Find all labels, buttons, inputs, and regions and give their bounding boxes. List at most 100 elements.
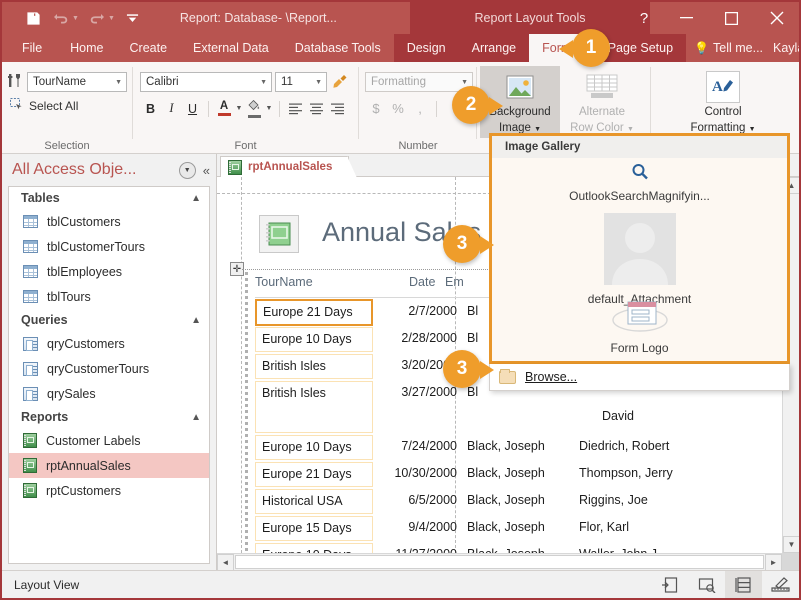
table-row[interactable]: Europe 21 Days (255, 462, 373, 487)
row-employee[interactable]: Bl (467, 331, 478, 345)
bold-button[interactable]: B (140, 98, 161, 119)
font-color-button[interactable]: A (214, 98, 234, 119)
help-icon[interactable]: ? (624, 2, 664, 34)
nav-item-tblcustomertours[interactable]: tblCustomerTours (9, 234, 209, 259)
row-customer[interactable]: David (602, 409, 634, 423)
nav-item-rptcustomers[interactable]: rptCustomers (9, 478, 209, 503)
scroll-right-icon[interactable]: ► (765, 554, 782, 571)
table-row[interactable]: Europe 10 Days (255, 327, 373, 352)
control-formatting-button[interactable]: A Control Formatting ▼ (673, 66, 773, 138)
tab-design[interactable]: Design (393, 34, 459, 62)
customize-quick-access-icon[interactable] (120, 5, 146, 31)
collapse-pane-icon[interactable]: « (203, 163, 210, 178)
nav-group-queries[interactable]: Queries ▲ (9, 309, 209, 331)
nav-item-tbltours[interactable]: tblTours (9, 284, 209, 309)
nav-item-qrycustomertours[interactable]: qryCustomerTours (9, 356, 209, 381)
document-tab-rptannualsales[interactable]: rptAnnualSales (220, 156, 358, 178)
align-left-button[interactable] (285, 98, 306, 119)
row-employee[interactable]: Bl (467, 304, 478, 318)
row-date[interactable]: 9/4/2000 (379, 520, 457, 534)
redo-icon[interactable] (84, 5, 110, 31)
tab-home[interactable]: Home (57, 34, 116, 62)
design-view-icon[interactable] (762, 571, 799, 599)
nav-item-qrysales[interactable]: qrySales (9, 381, 209, 406)
tell-me-search[interactable]: 💡 Tell me... (686, 34, 771, 62)
chevron-up-icon[interactable]: ▲ (191, 315, 201, 326)
table-row[interactable]: British Isles (255, 354, 373, 379)
currency-button[interactable]: $ (365, 98, 387, 119)
row-customer[interactable]: Diedrich, Robert (579, 439, 669, 453)
layout-view-icon[interactable] (725, 570, 762, 598)
row-customer[interactable]: Riggins, Joe (579, 493, 648, 507)
tab-create[interactable]: Create (117, 34, 181, 62)
row-date[interactable]: 3/27/2000 (379, 385, 457, 399)
table-row[interactable]: Europe 10 Days (255, 435, 373, 460)
horizontal-scrollbar[interactable]: ◄ ► (217, 553, 782, 571)
row-employee[interactable]: Black, Joseph (467, 520, 545, 534)
tab-database-tools[interactable]: Database Tools (282, 34, 394, 62)
percent-button[interactable]: % (387, 98, 409, 119)
scroll-thumb[interactable] (235, 555, 764, 569)
redo-dropdown-icon[interactable]: ▼ (108, 15, 115, 22)
undo-dropdown-icon[interactable]: ▼ (72, 15, 79, 22)
row-date[interactable]: 2/7/2000 (379, 304, 457, 318)
fill-color-dropdown-icon[interactable]: ▼ (264, 105, 274, 112)
table-row[interactable]: British Isles (255, 381, 373, 433)
navigation-object-list[interactable]: Tables ▲ tblCustomers tblCustomerTours t… (8, 186, 210, 564)
align-center-button[interactable] (306, 98, 327, 119)
chevron-down-icon[interactable]: ▼ (315, 79, 322, 86)
font-size-combo[interactable]: 11 ▼ (275, 72, 327, 92)
gallery-item-outlooksearchmagnifying[interactable]: OutlookSearchMagnifyin... (492, 162, 787, 203)
account-name[interactable]: Kayla Clay... (771, 34, 799, 62)
alternate-row-color-button[interactable]: Alternate Row Color ▼ (562, 66, 642, 138)
chevron-up-icon[interactable]: ▲ (191, 193, 201, 204)
row-date[interactable]: 2/28/2000 (379, 331, 457, 345)
nav-item-rptannualsales[interactable]: rptAnnualSales (9, 453, 209, 478)
scroll-left-icon[interactable]: ◄ (217, 554, 234, 571)
underline-button[interactable]: U (182, 98, 203, 119)
row-employee[interactable]: Black, Joseph (467, 466, 545, 480)
nav-group-reports[interactable]: Reports ▲ (9, 406, 209, 428)
font-color-dropdown-icon[interactable]: ▼ (234, 105, 244, 112)
row-customer[interactable]: Flor, Karl (579, 520, 629, 534)
gallery-item-default-attachment[interactable]: default_Attachment (492, 213, 787, 306)
gallery-item-form-logo[interactable]: Form Logo (492, 298, 787, 355)
close-icon[interactable] (754, 2, 799, 34)
column-header-tourname[interactable]: TourName (255, 275, 313, 289)
undo-icon[interactable] (48, 5, 74, 31)
print-preview-icon[interactable] (688, 571, 725, 599)
row-employee[interactable]: Black, Joseph (467, 493, 545, 507)
nav-item-qrycustomers[interactable]: qryCustomers (9, 331, 209, 356)
chevron-down-icon[interactable]: ▼ (115, 79, 122, 86)
column-header-employee[interactable]: Em (445, 275, 464, 289)
row-date[interactable]: 7/24/2000 (379, 439, 457, 453)
italic-button[interactable]: I (161, 98, 182, 119)
row-customer[interactable]: Thompson, Jerry (579, 466, 673, 480)
image-gallery-dropdown[interactable]: Image Gallery OutlookSearchMagnifyin... … (489, 133, 790, 364)
format-painter-icon[interactable] (332, 73, 348, 92)
nav-item-customer-labels[interactable]: Customer Labels (9, 428, 209, 453)
font-name-combo[interactable]: Calibri ▼ (140, 72, 272, 92)
tab-external-data[interactable]: External Data (180, 34, 282, 62)
chevron-down-icon[interactable]: ▼ (178, 161, 196, 179)
minimize-icon[interactable] (664, 2, 709, 34)
chevron-down-icon[interactable]: ▼ (260, 79, 267, 86)
maximize-icon[interactable] (709, 2, 754, 34)
table-row[interactable]: Europe 21 Days (255, 299, 373, 326)
select-all-button[interactable]: Select All (10, 98, 78, 114)
chevron-up-icon[interactable]: ▲ (191, 412, 201, 423)
row-date[interactable]: 10/30/2000 (379, 466, 457, 480)
comma-button[interactable]: , (409, 98, 431, 119)
chevron-down-icon[interactable]: ▼ (461, 79, 468, 86)
tab-file[interactable]: File (2, 34, 57, 62)
scroll-down-icon[interactable]: ▼ (783, 536, 799, 553)
object-selector-combo[interactable]: TourName ▼ (27, 72, 127, 92)
report-logo-icon[interactable] (259, 215, 299, 253)
report-view-icon[interactable] (651, 571, 688, 599)
save-icon[interactable] (20, 5, 46, 31)
table-row[interactable]: Europe 15 Days (255, 516, 373, 541)
nav-group-tables[interactable]: Tables ▲ (9, 187, 209, 209)
table-row[interactable]: Historical USA (255, 489, 373, 514)
nav-item-tblemployees[interactable]: tblEmployees (9, 259, 209, 284)
column-header-date[interactable]: Date (409, 275, 435, 289)
